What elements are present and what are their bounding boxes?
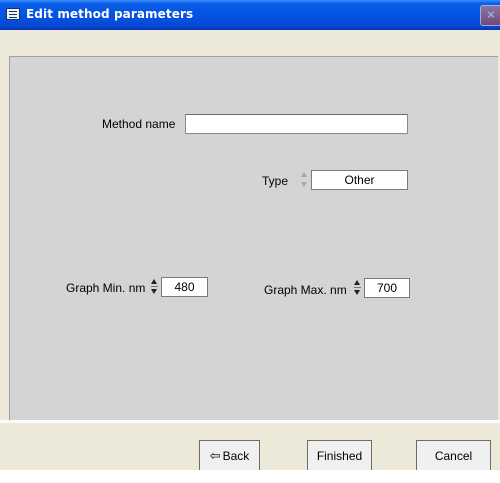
graph-max-input[interactable]: 700 [364, 278, 410, 298]
finished-button[interactable]: Finished [307, 440, 372, 470]
cancel-button[interactable]: Cancel [416, 440, 491, 470]
type-label: Type [262, 174, 289, 188]
method-name-label: Method name [102, 117, 176, 131]
type-value[interactable]: Other [311, 170, 408, 190]
window-title: Edit method parameters [26, 7, 194, 21]
graph-min-input[interactable]: 480 [161, 277, 208, 297]
graph-min-label: Graph Min. nm [66, 281, 146, 295]
graph-max-spinner[interactable] [353, 278, 362, 298]
dialog-window: Edit method parameters × Method name Typ… [0, 0, 500, 470]
method-name-input[interactable] [185, 114, 408, 134]
graph-min-spinner[interactable] [150, 277, 159, 297]
form-panel [9, 56, 498, 421]
graph-min-down-arrow-icon[interactable] [150, 287, 159, 297]
close-button[interactable]: × [480, 5, 500, 26]
back-arrow-icon: ⇦ [209, 448, 221, 463]
back-button[interactable]: ⇦ Back [199, 440, 260, 470]
title-bar[interactable]: Edit method parameters × [0, 0, 500, 30]
graph-max-label: Graph Max. nm [264, 283, 347, 297]
graph-max-down-arrow-icon[interactable] [353, 288, 362, 298]
type-down-arrow-icon[interactable] [300, 180, 309, 190]
type-spinner[interactable] [300, 170, 309, 190]
window-menu-icon[interactable] [6, 8, 20, 20]
type-up-arrow-icon[interactable] [300, 170, 309, 180]
back-button-label: Back [222, 449, 250, 463]
